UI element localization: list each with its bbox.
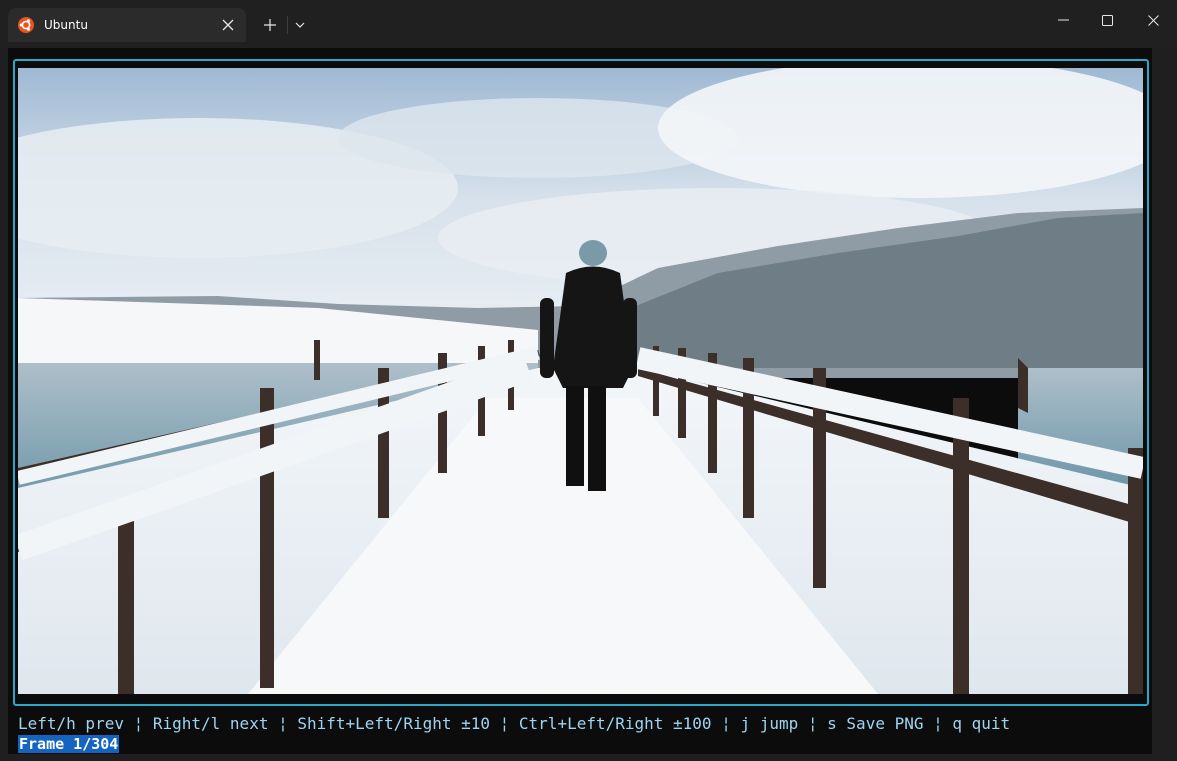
chevron-down-icon[interactable]	[290, 14, 310, 36]
tab-ubuntu[interactable]: Ubuntu	[8, 8, 246, 42]
close-icon[interactable]	[1130, 4, 1176, 36]
title-bar: Ubuntu	[0, 0, 1177, 48]
tab-title: Ubuntu	[44, 18, 88, 32]
video-frame-image	[18, 68, 1143, 694]
ubuntu-logo-icon	[18, 17, 34, 33]
close-icon[interactable]	[218, 15, 238, 35]
maximize-icon[interactable]	[1084, 4, 1130, 36]
frame-counter: Frame 1/304	[18, 735, 120, 753]
tab-separator	[287, 16, 288, 34]
minimize-icon[interactable]	[1040, 4, 1086, 36]
plus-icon[interactable]	[259, 14, 281, 36]
window-bottom-edge	[0, 754, 1177, 761]
key-hint-line: Left/h prev ¦ Right/l next ¦ Shift+Left/…	[18, 714, 1011, 733]
